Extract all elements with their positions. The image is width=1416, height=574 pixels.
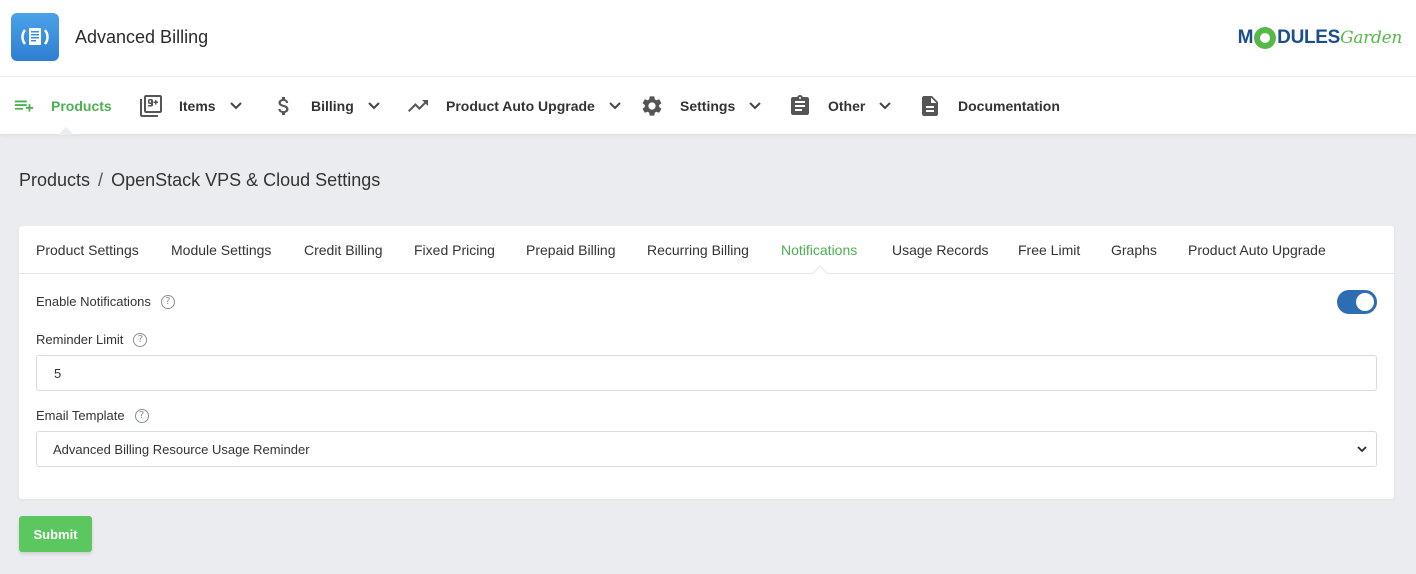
tab-product-settings[interactable]: Product Settings [36,226,139,274]
chevron-down-icon [749,100,761,112]
reminder-limit-label: Reminder Limit ? [36,332,148,347]
file-icon [918,94,942,118]
help-icon[interactable]: ? [160,294,175,309]
toggle-knob [1356,293,1374,311]
tab-module-settings[interactable]: Module Settings [171,226,271,274]
nav-label: Items [179,97,216,114]
email-template-select[interactable]: Advanced Billing Resource Usage Reminder [36,431,1377,467]
help-icon[interactable]: ? [134,408,149,423]
tab-bar: Product Settings Module Settings Credit … [19,226,1394,283]
gear-icon [640,94,664,118]
enable-notifications-label: Enable Notifications ? [36,294,175,309]
nav-label: Documentation [958,97,1060,114]
tab-usage-records[interactable]: Usage Records [892,226,989,274]
tab-graphs[interactable]: Graphs [1111,226,1157,274]
nav-billing[interactable]: Billing [272,77,380,134]
tab-recurring-billing[interactable]: Recurring Billing [647,226,749,274]
brand-part-3: Garden [1340,28,1402,48]
chevron-down-icon [609,100,621,112]
nav-label: Product Auto Upgrade [446,97,595,114]
field-label-text: Reminder Limit [36,332,124,347]
main-nav: Products Items Billing Product Auto Upgr… [0,77,1416,135]
brand-part-1: M [1237,27,1254,48]
chevron-down-icon [1356,443,1368,458]
dollar-icon [272,94,296,118]
nav-label: Other [828,97,866,114]
brand-globe-icon [1254,27,1277,49]
playlist-add-icon [12,94,36,118]
app-title: Advanced Billing [75,27,209,47]
document-cycle-icon [21,28,49,45]
trending-up-icon [406,94,430,118]
submit-button[interactable]: Submit [19,516,92,552]
nav-label: Settings [680,97,736,114]
breadcrumb-current: OpenStack VPS & Cloud Settings [111,170,381,190]
settings-card: Product Settings Module Settings Credit … [19,226,1394,499]
chevron-down-icon [368,100,380,112]
app-logo[interactable] [11,13,59,61]
field-label-text: Enable Notifications [36,294,151,309]
help-icon[interactable]: ? [133,332,148,347]
brand-part-2: DULES [1277,27,1341,48]
tab-free-limit[interactable]: Free Limit [1018,226,1080,274]
nav-products[interactable]: Products [12,77,112,135]
nav-items[interactable]: Items [139,77,242,134]
email-template-label: Email Template ? [36,408,149,423]
tab-credit-billing[interactable]: Credit Billing [304,226,383,274]
filter-9-plus-icon [139,94,163,118]
tab-product-auto-upgrade[interactable]: Product Auto Upgrade [1188,226,1326,274]
breadcrumb-root[interactable]: Products [19,170,90,190]
chevron-down-icon [879,100,892,112]
nav-documentation[interactable]: Documentation [918,77,1060,134]
chevron-down-icon [229,100,242,112]
nav-product-auto-upgrade[interactable]: Product Auto Upgrade [406,77,621,134]
select-value: Advanced Billing Resource Usage Reminder [53,441,310,457]
enable-notifications-toggle[interactable] [1337,290,1377,314]
breadcrumb: Products / OpenStack VPS & Cloud Settings [19,170,380,191]
breadcrumb-separator: / [98,170,104,190]
clipboard-icon [788,94,812,118]
nav-other[interactable]: Other [788,77,892,134]
nav-label: Products [51,97,112,114]
tab-fixed-pricing[interactable]: Fixed Pricing [414,226,495,274]
nav-settings[interactable]: Settings [640,77,761,134]
nav-label: Billing [311,97,354,114]
modulesgarden-logo[interactable]: M DULES Garden [1238,25,1402,51]
app-header: Advanced Billing M DULES Garden [0,0,1416,77]
tab-prepaid-billing[interactable]: Prepaid Billing [526,226,616,274]
field-label-text: Email Template [36,408,125,423]
reminder-limit-input[interactable] [36,355,1377,391]
